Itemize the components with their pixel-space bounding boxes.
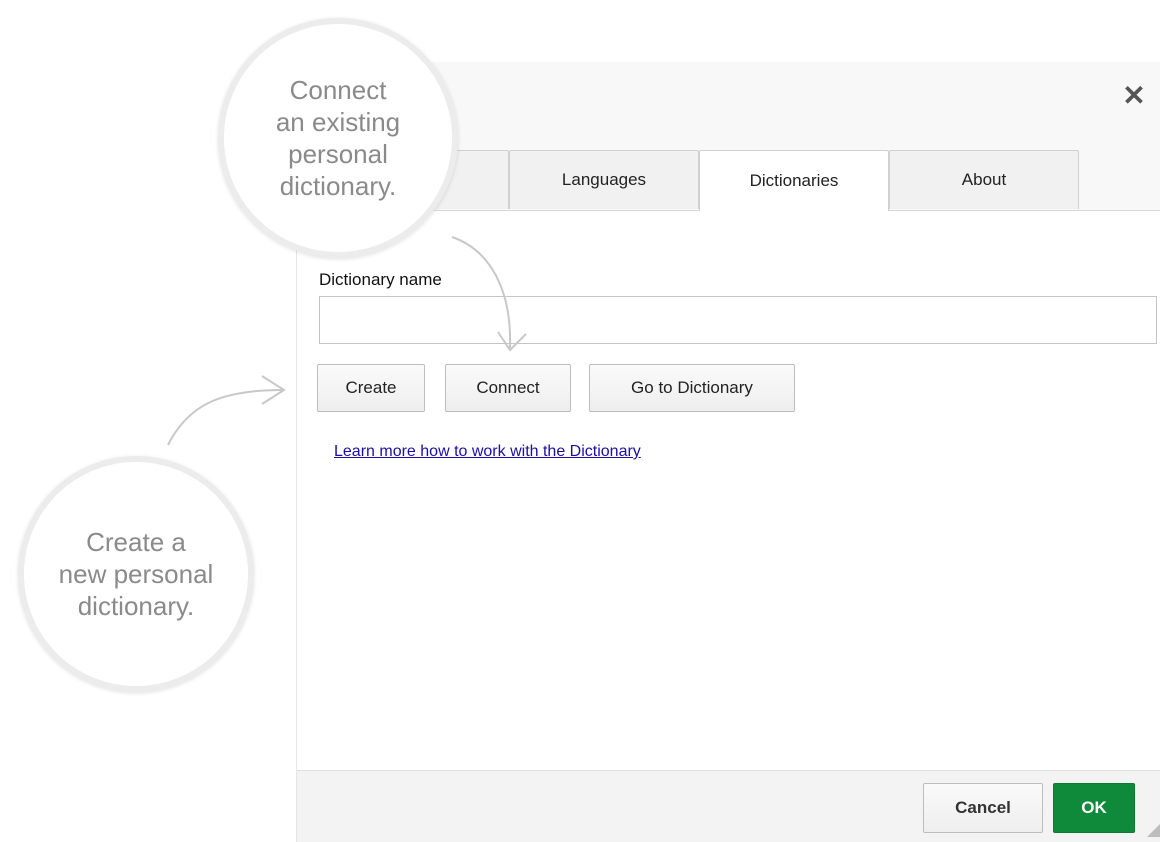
tab-about[interactable]: About <box>889 150 1079 209</box>
connect-button[interactable]: Connect <box>445 364 571 412</box>
dictionary-name-input[interactable] <box>319 296 1157 344</box>
tab-dictionaries[interactable]: Dictionaries <box>699 150 889 211</box>
create-button[interactable]: Create <box>317 364 425 412</box>
dialog-footer: Cancel OK <box>297 770 1160 842</box>
connect-callout: Connect an existing personal dictionary. <box>218 18 458 258</box>
create-arrow-curve-icon <box>167 389 283 446</box>
resize-grip-icon[interactable] <box>1143 819 1160 837</box>
create-arrowhead-icon <box>261 375 286 405</box>
dictionary-name-label: Dictionary name <box>319 270 442 289</box>
create-callout: Create a new personal dictionary. <box>18 456 254 692</box>
go-to-dictionary-button[interactable]: Go to Dictionary <box>589 364 795 412</box>
tab-languages[interactable]: Languages <box>509 150 699 209</box>
ok-button[interactable]: OK <box>1053 783 1135 833</box>
screenshot-stage: ✕ Languages Dictionaries About Dictionar… <box>0 0 1160 842</box>
learn-more-link[interactable]: Learn more how to work with the Dictiona… <box>334 443 641 461</box>
cancel-button[interactable]: Cancel <box>923 783 1043 833</box>
close-icon[interactable]: ✕ <box>1121 80 1147 111</box>
